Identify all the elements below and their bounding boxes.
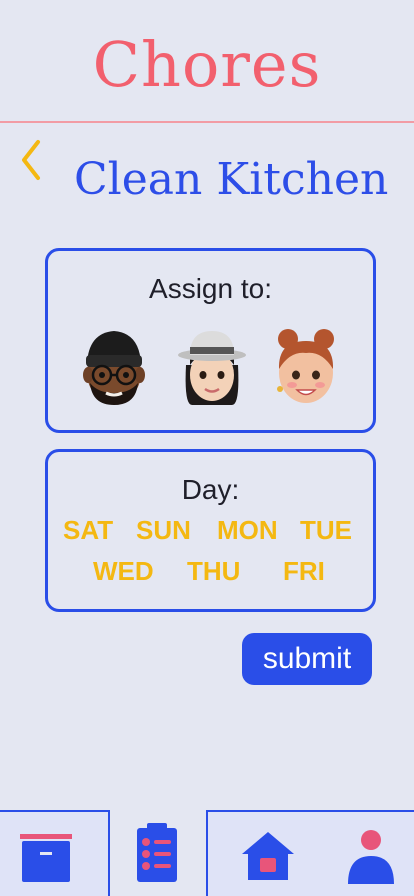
man-beanie-avatar-icon[interactable] [78, 325, 150, 407]
woman-buns-avatar-icon[interactable] [270, 325, 342, 407]
assign-label: Assign to: [149, 273, 272, 304]
app-title: Chores [92, 28, 322, 101]
profile-icon[interactable] [346, 828, 396, 884]
day-option-sat[interactable]: SAT [63, 515, 113, 546]
day-option-wed[interactable]: WED [93, 556, 154, 587]
submit-button[interactable]: submit [242, 633, 372, 685]
chore-list-icon [137, 823, 177, 882]
bottom-nav [0, 810, 414, 896]
day-option-tue[interactable]: TUE [300, 515, 352, 546]
archive-box-icon [20, 834, 72, 882]
assign-panel: Assign to: [45, 248, 376, 433]
day-option-fri[interactable]: FRI [283, 556, 325, 587]
day-panel: Day: SAT SUN MON TUE WED THU FRI [45, 449, 376, 612]
chore-title: Clean Kitchen [74, 154, 389, 205]
nav-tab-chores[interactable] [110, 810, 206, 896]
day-option-mon[interactable]: MON [217, 515, 278, 546]
nav-tab-home-profile [206, 810, 414, 896]
title-divider [0, 121, 414, 123]
nav-tab-archive[interactable] [0, 810, 110, 896]
home-icon[interactable] [242, 830, 294, 882]
woman-hat-avatar-icon[interactable] [176, 325, 248, 407]
day-option-thu[interactable]: THU [187, 556, 240, 587]
day-label: Day: [181, 474, 240, 505]
back-chevron-icon[interactable] [18, 138, 46, 182]
day-option-sun[interactable]: SUN [136, 515, 191, 546]
